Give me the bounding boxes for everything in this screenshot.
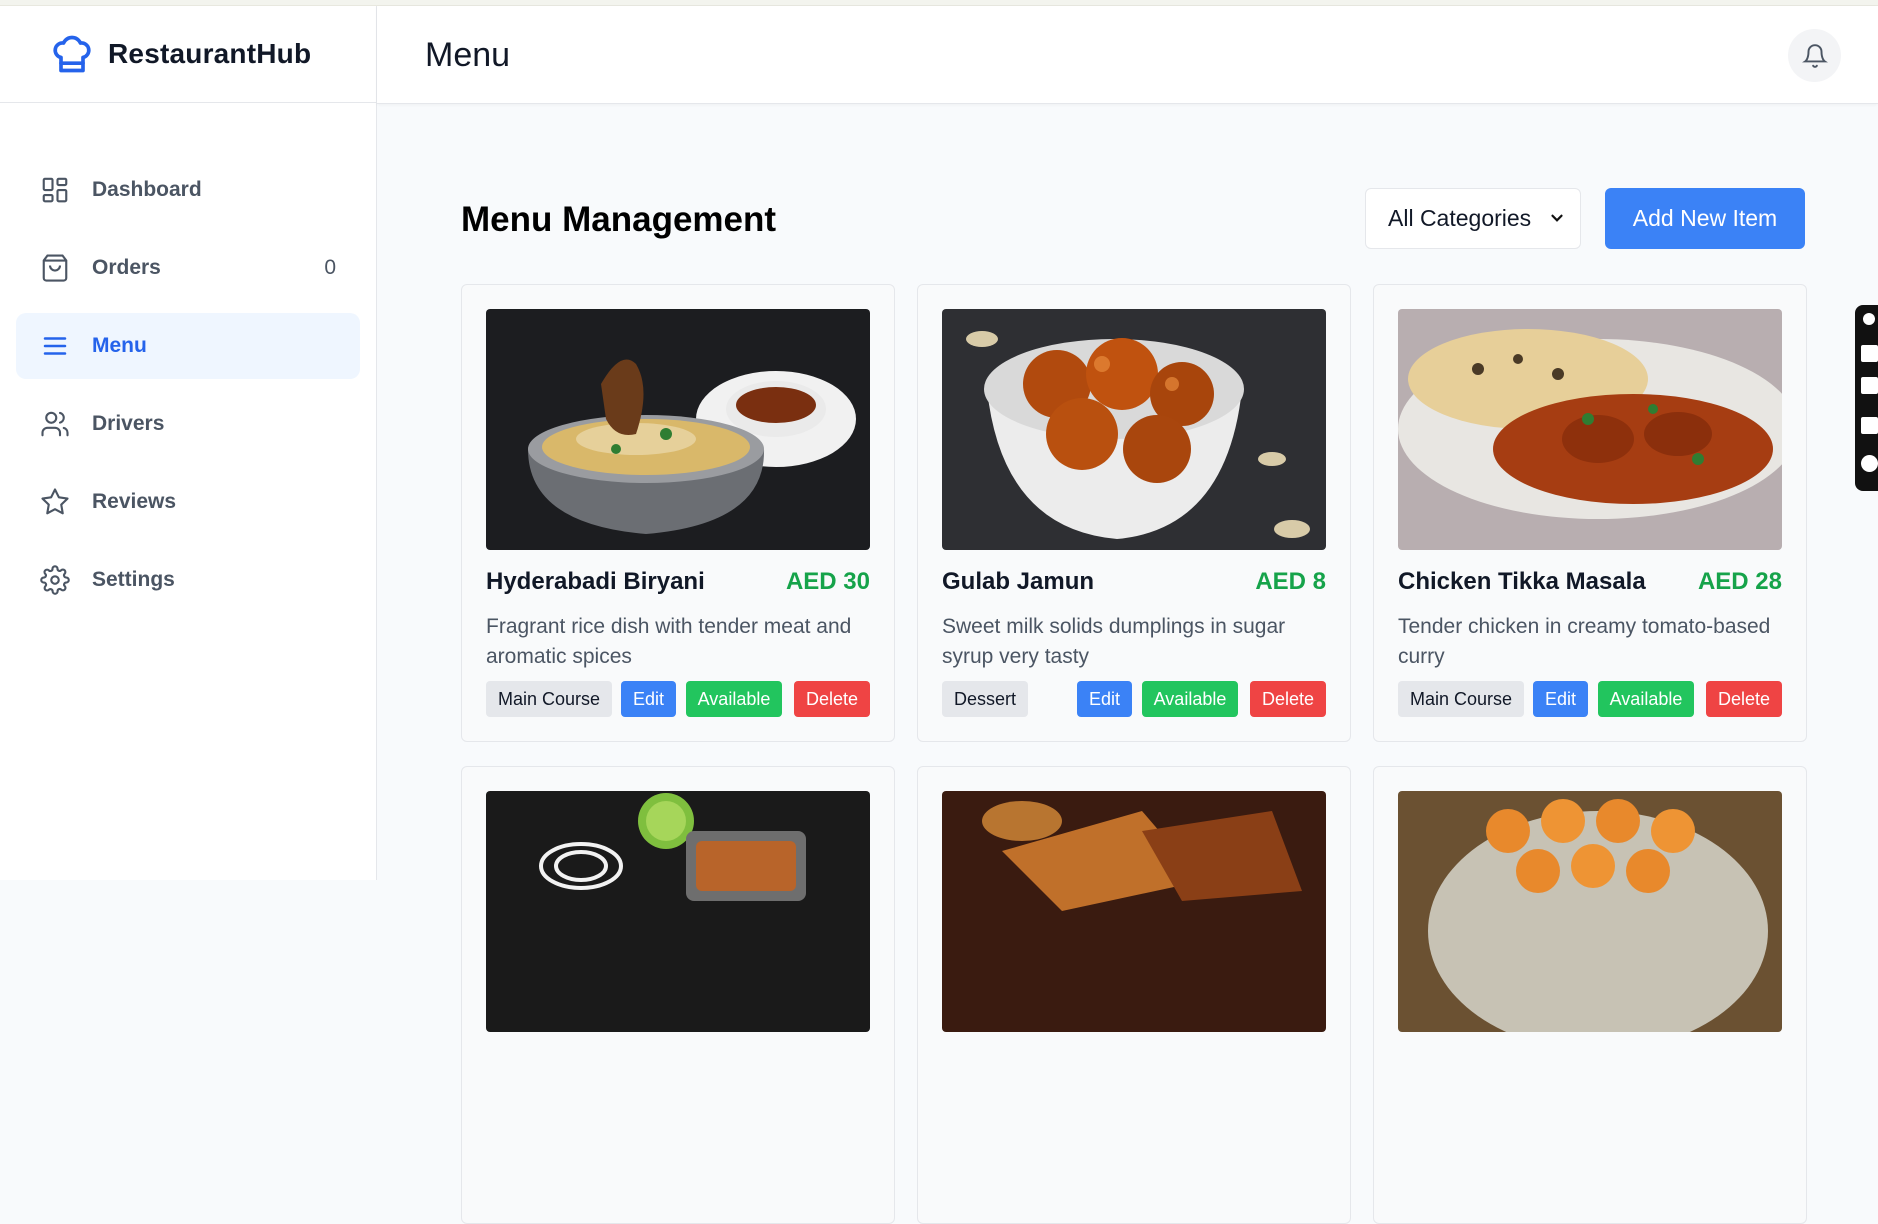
sidebar-item-drivers[interactable]: Drivers: [16, 391, 360, 457]
food-image-gulab-jamun: [942, 309, 1326, 550]
item-description: Tender chicken in creamy tomato-based cu…: [1398, 615, 1771, 668]
menu-card: [1373, 766, 1807, 1224]
delete-button[interactable]: Delete: [794, 681, 870, 717]
camera-icon[interactable]: [1861, 345, 1878, 362]
item-price: AED 30: [785, 568, 870, 595]
item-name: Chicken Tikka Masala: [1398, 568, 1646, 595]
sidebar-item-dashboard[interactable]: Dashboard: [16, 157, 360, 223]
menu-card: Hyderabadi Biryani AED 30 Fragrant rice …: [461, 284, 895, 742]
sidebar: RestaurantHub Dashboard Orders 0 Menu Dr…: [0, 6, 377, 880]
sidebar-item-label: Menu: [92, 334, 147, 357]
sidebar-item-settings[interactable]: Settings: [16, 547, 360, 613]
edit-button[interactable]: Edit: [621, 681, 676, 717]
food-image-biryani: [486, 309, 870, 550]
brand-name: RestaurantHub: [108, 38, 312, 69]
chevron-down-icon: [1551, 214, 1563, 222]
food-image-chicken-tikka: [1398, 309, 1782, 550]
add-new-item-button[interactable]: Add New Item: [1605, 188, 1805, 249]
section-title: Menu Management: [461, 200, 777, 239]
availability-toggle[interactable]: Available: [1598, 681, 1694, 717]
item-name: Gulab Jamun: [942, 568, 1095, 595]
category-tag: Main Course: [486, 681, 613, 717]
menu-card: Gulab Jamun AED 8 Sweet milk solids dump…: [917, 284, 1351, 742]
delete-button[interactable]: Delete: [1706, 681, 1782, 717]
category-tag: Main Course: [1398, 681, 1525, 717]
sidebar-item-label: Settings: [92, 568, 175, 591]
item-name: Hyderabadi Biryani: [486, 568, 705, 595]
brand[interactable]: RestaurantHub: [0, 6, 376, 103]
orders-count-badge: 0: [324, 256, 336, 279]
category-select[interactable]: All Categories: [1365, 188, 1581, 249]
edit-button[interactable]: Edit: [1533, 681, 1588, 717]
menu-lines-icon: [40, 331, 70, 361]
square-icon[interactable]: [1861, 377, 1878, 394]
food-image: [486, 791, 870, 1032]
menu-card: [917, 766, 1351, 1224]
item-price: AED 28: [1697, 568, 1782, 595]
top-header: Menu: [377, 6, 1878, 104]
availability-toggle[interactable]: Available: [686, 681, 782, 717]
food-image: [942, 791, 1326, 1032]
category-select-value: All Categories: [1388, 205, 1532, 231]
main-content: Menu Management All Categories Add New I…: [377, 104, 1878, 1224]
shopping-bag-icon: [40, 253, 70, 283]
sidebar-item-reviews[interactable]: Reviews: [16, 469, 360, 535]
availability-toggle[interactable]: Available: [1142, 681, 1238, 717]
delete-button[interactable]: Delete: [1250, 681, 1326, 717]
sidebar-item-label: Drivers: [92, 412, 165, 435]
sidebar-item-menu[interactable]: Menu: [16, 313, 360, 379]
sidebar-item-orders[interactable]: Orders 0: [16, 235, 360, 301]
copy-icon[interactable]: [1861, 417, 1878, 434]
link-icon[interactable]: [1863, 313, 1875, 325]
sidebar-item-label: Reviews: [92, 490, 177, 513]
page-title: Menu: [425, 36, 511, 74]
gear-icon: [40, 565, 70, 595]
item-price: AED 8: [1255, 568, 1326, 595]
food-image: [1398, 791, 1782, 1032]
chef-hat-icon: [53, 35, 91, 73]
sidebar-item-label: Dashboard: [92, 178, 202, 201]
sidebar-nav: Dashboard Orders 0 Menu Drivers Reviews …: [0, 103, 376, 613]
sidebar-item-label: Orders: [92, 256, 161, 279]
notifications-button[interactable]: [1788, 29, 1841, 82]
category-tag: Dessert: [942, 681, 1029, 717]
grid-icon: [40, 175, 70, 205]
menu-card: [461, 766, 895, 1224]
item-description: Fragrant rice dish with tender meat and …: [486, 615, 852, 668]
menu-card: Chicken Tikka Masala AED 28 Tender chick…: [1373, 284, 1807, 742]
card-actions: Main Course Edit Available Delete: [486, 681, 870, 717]
bell-icon: [1801, 43, 1828, 68]
card-actions: Dessert Edit Available Delete: [942, 681, 1326, 717]
item-description: Sweet milk solids dumplings in sugar syr…: [942, 615, 1286, 668]
star-icon: [40, 487, 70, 517]
users-icon: [40, 409, 70, 439]
card-actions: Main Course Edit Available Delete: [1398, 681, 1782, 717]
floating-toolbar[interactable]: [1855, 305, 1878, 491]
edit-button[interactable]: Edit: [1077, 681, 1132, 717]
gear-icon[interactable]: [1861, 455, 1878, 472]
